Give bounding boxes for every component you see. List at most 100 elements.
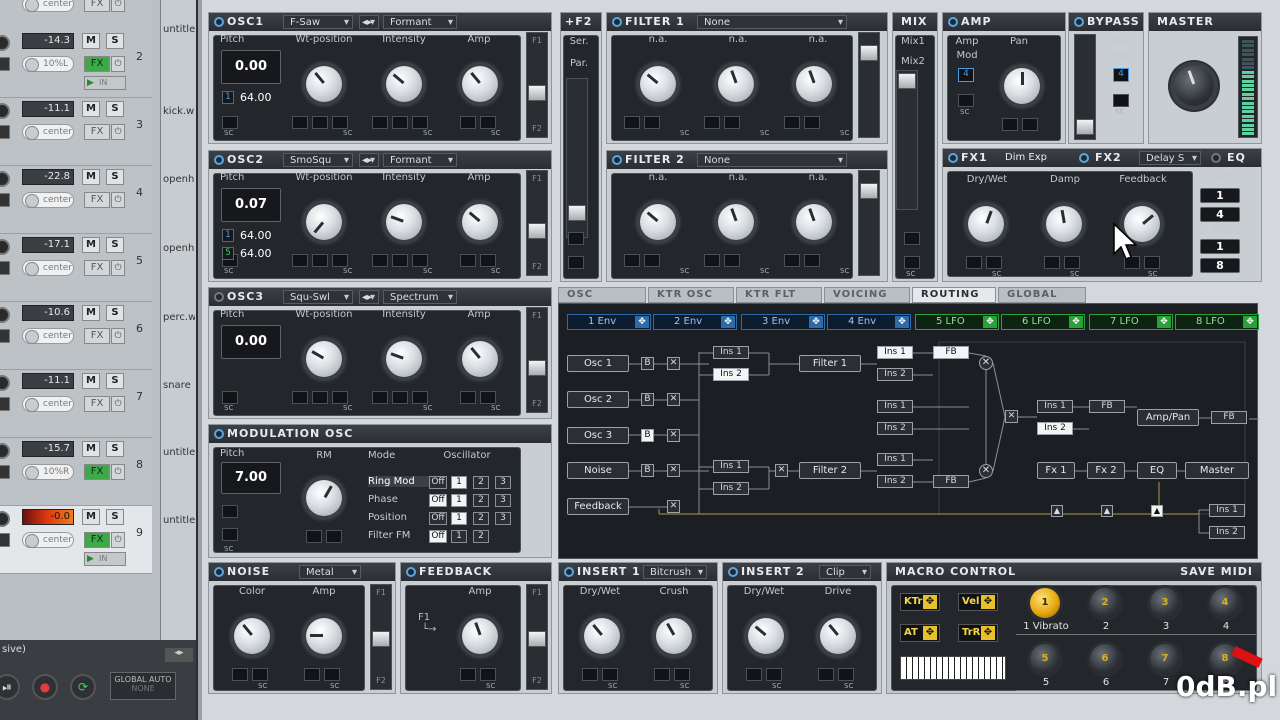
fx-1-node[interactable]: Fx 1 xyxy=(1037,462,1075,479)
fx-button[interactable]: FX xyxy=(84,260,110,276)
mix-junction[interactable]: ✕ xyxy=(979,464,993,478)
drag-icon[interactable]: ✥ xyxy=(923,626,937,640)
source-osc1[interactable]: Osc 1 xyxy=(567,355,629,372)
modosc-pitch-value[interactable]: 7.00 xyxy=(221,462,281,494)
fader-cap[interactable] xyxy=(528,631,546,647)
osc1-fine-num[interactable]: 1 xyxy=(222,91,234,104)
input-icon[interactable] xyxy=(0,465,10,479)
insert-1-slot[interactable]: Ins 1 xyxy=(877,400,913,413)
insert-1-slot[interactable]: Ins 1 xyxy=(713,460,749,473)
fader-cap[interactable] xyxy=(860,45,878,61)
source-feedback[interactable]: Feedback xyxy=(567,498,629,515)
mod-slot[interactable] xyxy=(312,254,328,267)
record-arm-icon[interactable] xyxy=(0,443,10,459)
feedback-fader[interactable] xyxy=(526,584,548,690)
osc2-fine-num[interactable]: 1 xyxy=(222,229,234,242)
mod-slot[interactable] xyxy=(232,668,248,681)
amp-pan-knob[interactable] xyxy=(1004,68,1040,104)
mod-slot[interactable] xyxy=(332,116,348,129)
mod-slot[interactable] xyxy=(904,232,920,245)
mod-slot[interactable] xyxy=(818,668,834,681)
osc-1-button[interactable]: 1 xyxy=(451,476,467,489)
insert-1-slot[interactable]: Ins 1 xyxy=(1209,504,1245,517)
filter2-type-dropdown[interactable]: None xyxy=(697,153,847,168)
fx-left-1[interactable]: 1 xyxy=(1200,188,1240,203)
drag-icon[interactable]: ✥ xyxy=(981,626,995,640)
pan-knob[interactable]: center xyxy=(22,0,74,12)
fx-drywet-knob[interactable] xyxy=(968,206,1004,242)
insert1-drywet-knob[interactable] xyxy=(584,618,620,654)
macro-knob-4[interactable]: 4 xyxy=(1210,588,1240,618)
modosc-mode-1[interactable]: Phase xyxy=(368,494,438,505)
mod-slot[interactable] xyxy=(312,391,328,404)
play-button[interactable]: ⏯ xyxy=(0,674,20,700)
fx-button[interactable]: FX xyxy=(84,328,110,344)
drag-icon[interactable]: ✥ xyxy=(981,595,995,609)
osc1-mode-dropdown[interactable]: Formant xyxy=(383,15,457,30)
power-icon[interactable]: ⏻ xyxy=(111,192,125,208)
macro-name-6[interactable]: 6 xyxy=(1076,677,1136,688)
mod-slot[interactable] xyxy=(1002,118,1018,131)
insert-2-slot[interactable]: Ins 2 xyxy=(713,368,749,381)
insert2-enable-icon[interactable] xyxy=(728,567,738,577)
master-volume-knob[interactable] xyxy=(1174,66,1214,106)
mod-slot[interactable] xyxy=(332,391,348,404)
eq-enable-icon[interactable] xyxy=(1211,153,1221,163)
mod-slot[interactable] xyxy=(784,116,800,129)
mod-slot[interactable] xyxy=(784,254,800,267)
mod-slot[interactable] xyxy=(480,391,496,404)
mod-slot[interactable] xyxy=(568,256,584,269)
send-arrow[interactable]: ▲ xyxy=(1101,505,1113,517)
source-noise[interactable]: Noise xyxy=(567,462,629,479)
filter1-knob-1[interactable] xyxy=(640,66,676,102)
macro-knob-3[interactable]: 3 xyxy=(1150,588,1180,618)
fx2-type-dropdown[interactable]: Delay S xyxy=(1139,151,1201,166)
mute-button[interactable]: M xyxy=(82,305,100,321)
filter2-knob-1[interactable] xyxy=(640,204,676,240)
route-x-button[interactable]: ✕ xyxy=(1005,410,1018,423)
insert2-drywet-knob[interactable] xyxy=(748,618,784,654)
osc2-f1-f2-fader[interactable] xyxy=(526,170,548,276)
power-icon[interactable]: ⏻ xyxy=(111,0,125,12)
insert2-type-dropdown[interactable]: Clip xyxy=(819,565,871,580)
power-icon[interactable]: ⏻ xyxy=(111,260,125,276)
mod-slot[interactable] xyxy=(986,256,1002,269)
source-osc2[interactable]: Osc 2 xyxy=(567,391,629,408)
fx-button[interactable]: FX xyxy=(84,464,110,480)
insert1-crush-knob[interactable] xyxy=(656,618,692,654)
mod-slot[interactable] xyxy=(480,668,496,681)
insert-2-slot[interactable]: Ins 2 xyxy=(1209,526,1245,539)
mod-slot[interactable] xyxy=(460,668,476,681)
insert-2-slot[interactable]: Ins 2 xyxy=(877,422,913,435)
fb-slot[interactable]: FB xyxy=(1089,400,1125,413)
record-arm-icon[interactable] xyxy=(0,307,10,323)
pan-knob[interactable]: center xyxy=(22,396,74,412)
tab-voicing[interactable]: VOICING xyxy=(824,287,910,303)
send-arrow[interactable]: ▲ xyxy=(1151,505,1163,517)
osc-1-button[interactable]: 1 xyxy=(451,530,467,543)
noise-color-knob[interactable] xyxy=(234,618,270,654)
mod-slot[interactable] xyxy=(724,254,740,267)
record-arm-icon[interactable] xyxy=(0,35,10,51)
mute-button[interactable]: M xyxy=(82,169,100,185)
input-icon[interactable] xyxy=(0,57,10,71)
macro-name-4[interactable]: 4 xyxy=(1196,621,1256,632)
mode-off-button[interactable]: Off xyxy=(429,476,447,489)
osc2-fine-value[interactable]: 64.00 xyxy=(240,229,272,242)
mute-button[interactable]: M xyxy=(82,237,100,253)
fx-right-1[interactable]: 1 xyxy=(1200,239,1240,254)
mode-off-button[interactable]: Off xyxy=(429,494,447,507)
osc1-fine-value[interactable]: 64.00 xyxy=(240,91,272,104)
osc2-pitch-value[interactable]: 0.07 xyxy=(221,188,281,222)
power-icon[interactable]: ⏻ xyxy=(111,56,125,72)
osc2-mode-dropdown[interactable]: Formant xyxy=(383,153,457,168)
fx-button[interactable]: FX xyxy=(84,0,110,12)
fx-right-2[interactable]: 8 xyxy=(1200,258,1240,273)
mod-source-6[interactable]: 6 LFO ✥ xyxy=(1001,314,1085,330)
mod-slot[interactable] xyxy=(568,232,584,245)
osc2-amp-knob[interactable] xyxy=(462,204,498,240)
mod-slot[interactable] xyxy=(804,254,820,267)
osc-3-button[interactable]: 3 xyxy=(495,476,511,489)
pan-knob[interactable]: center xyxy=(22,532,74,548)
scroll-icon[interactable]: ◂▸ xyxy=(165,648,193,662)
